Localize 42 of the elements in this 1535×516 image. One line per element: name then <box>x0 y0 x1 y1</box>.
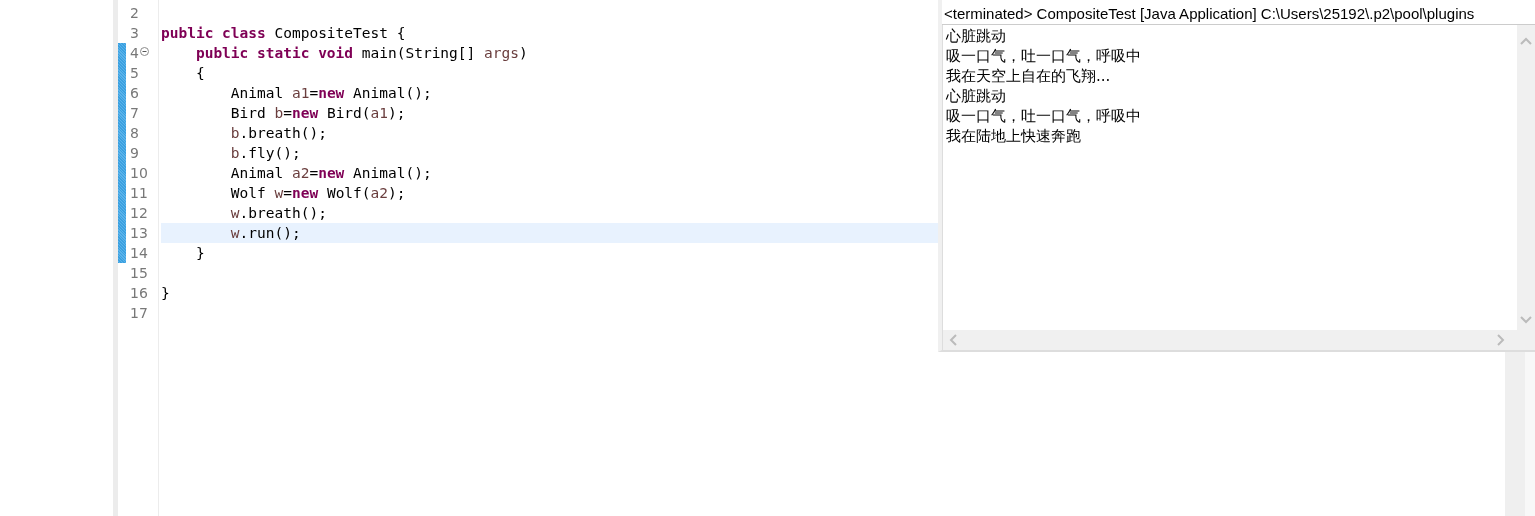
line-number: 6 <box>130 85 139 101</box>
console-output-line: 心脏跳动 <box>946 86 1006 106</box>
console-output-line: 吸一口气，吐一口气，呼吸中 <box>946 106 1141 126</box>
scroll-left-icon[interactable] <box>949 334 957 346</box>
line-number: 12 <box>130 205 148 221</box>
vertical-scrollbar[interactable] <box>1517 25 1535 330</box>
line-number: 16 <box>130 285 148 301</box>
console-output-line: 心脏跳动 <box>946 26 1006 46</box>
code-line: { <box>194 65 205 81</box>
line-number: 10 <box>130 165 148 181</box>
console-header: <terminated> CompositeTest [Java Application] C:\Users\25192\.p2\pool\plugins <box>942 0 1535 25</box>
line-number: 3 <box>130 25 139 41</box>
line-number: 13 <box>130 225 148 241</box>
console-output-line: 吸一口气，吐一口气，呼吸中 <box>946 46 1141 66</box>
code-line: w.run(); <box>229 225 301 241</box>
code-line: } <box>194 245 205 261</box>
line-number: 8 <box>130 125 139 141</box>
console-output-line: 我在天空上自在的飞翔... <box>946 66 1111 86</box>
code-line: Wolf w=new Wolf(a2); <box>229 185 406 201</box>
code-line: Animal a1=new Animal(); <box>229 85 432 101</box>
code-line: b.fly(); <box>229 145 301 161</box>
line-number: 14 <box>130 245 148 261</box>
collapse-icon[interactable] <box>139 47 149 56</box>
line-number: 7 <box>130 105 139 121</box>
code-line: w.breath(); <box>229 205 327 221</box>
code-line: b.breath(); <box>229 125 327 141</box>
line-number: 15 <box>130 265 148 281</box>
line-number: 5 <box>130 65 139 81</box>
code-line: Animal a2=new Animal(); <box>229 165 432 181</box>
scroll-right-icon[interactable] <box>1497 334 1505 346</box>
code-line: public static void main(String[] args) <box>194 45 528 61</box>
line-number: 17 <box>130 305 148 321</box>
line-number: 9 <box>130 145 139 161</box>
code-line: Bird b=new Bird(a1); <box>229 105 406 121</box>
console-output-line: 我在陆地上快速奔跑 <box>946 126 1081 146</box>
line-number: 4 <box>130 45 139 61</box>
code-line: public class CompositeTest { <box>161 25 406 41</box>
scroll-up-icon[interactable] <box>1520 37 1532 45</box>
line-number: 2 <box>130 5 139 21</box>
code-line: } <box>161 285 170 301</box>
scroll-down-icon[interactable] <box>1520 316 1532 324</box>
line-number: 11 <box>130 185 148 201</box>
